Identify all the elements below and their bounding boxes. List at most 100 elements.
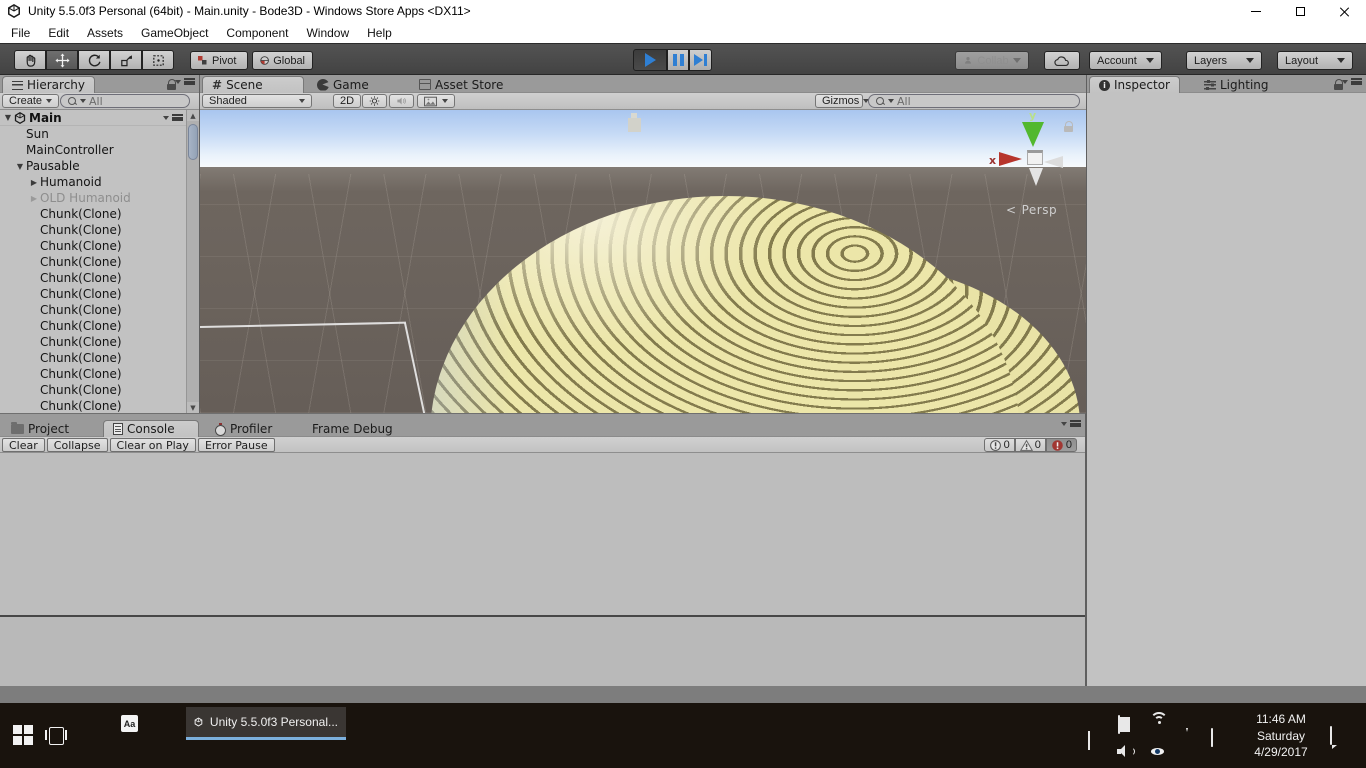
hand-tool-button[interactable] bbox=[14, 50, 46, 70]
gizmos-dropdown[interactable]: Gizmos bbox=[815, 94, 863, 108]
taskbar-clock[interactable]: 11:46 AM Saturday 4/29/2017 bbox=[1238, 711, 1324, 761]
projection-toggle[interactable]: < Persp bbox=[1006, 203, 1057, 217]
menu-component[interactable]: Component bbox=[217, 26, 297, 40]
tab-inspector[interactable]: i Inspector bbox=[1089, 76, 1180, 93]
action-center-button[interactable] bbox=[1330, 727, 1332, 745]
hierarchy-item[interactable]: Chunk(Clone) bbox=[0, 302, 187, 318]
console-log-area[interactable] bbox=[0, 453, 1085, 615]
axis-x-cone-icon[interactable] bbox=[999, 152, 1022, 166]
create-button[interactable]: Create bbox=[2, 94, 59, 108]
scrollbar-thumb[interactable] bbox=[188, 124, 198, 160]
scene-gizmo-cube[interactable] bbox=[1027, 150, 1043, 165]
hierarchy-item[interactable]: Chunk(Clone) bbox=[0, 318, 187, 334]
info-count-button[interactable]: 0 bbox=[984, 438, 1015, 452]
foldout-right-icon[interactable]: ▶ bbox=[28, 178, 40, 187]
scene-effects-dropdown[interactable] bbox=[417, 94, 455, 108]
hierarchy-item[interactable]: Chunk(Clone) bbox=[0, 366, 187, 382]
console-clear-button[interactable]: Clear bbox=[2, 438, 45, 452]
unity-taskbar-button[interactable]: Unity 5.5.0f3 Personal... bbox=[186, 707, 346, 740]
toggle-2d-button[interactable]: 2D bbox=[333, 94, 361, 108]
battery-tray-button[interactable] bbox=[1118, 716, 1120, 734]
menu-gameobject[interactable]: GameObject bbox=[132, 26, 217, 40]
scroll-up-icon[interactable]: ▲ bbox=[187, 110, 199, 121]
tab-frame-debug[interactable]: Frame Debug bbox=[303, 420, 402, 437]
console-clear-on-play-button[interactable]: Clear on Play bbox=[110, 438, 196, 452]
inspector-pane-menu[interactable] bbox=[1342, 78, 1362, 85]
draw-mode-dropdown[interactable]: Shaded bbox=[202, 94, 312, 108]
scene-search-input[interactable]: All bbox=[868, 94, 1080, 108]
scroll-down-icon[interactable]: ▼ bbox=[187, 402, 199, 413]
pause-button[interactable] bbox=[667, 49, 689, 71]
global-toggle-button[interactable]: Global bbox=[252, 51, 313, 70]
foldout-right-icon[interactable]: ▶ bbox=[28, 194, 40, 203]
hierarchy-item[interactable]: Chunk(Clone) bbox=[0, 398, 187, 413]
hierarchy-item[interactable]: ▼Pausable bbox=[0, 158, 187, 174]
rotate-tool-button[interactable] bbox=[78, 50, 110, 70]
error-count-button[interactable]: 0 bbox=[1046, 438, 1077, 452]
tab-lighting[interactable]: Lighting bbox=[1195, 76, 1278, 93]
hierarchy-item[interactable]: ▶OLD Humanoid bbox=[0, 190, 187, 206]
maximize-button[interactable] bbox=[1278, 0, 1322, 22]
step-button[interactable] bbox=[689, 49, 712, 71]
hierarchy-item[interactable]: Chunk(Clone) bbox=[0, 334, 187, 350]
touch-keyboard-button[interactable] bbox=[1211, 729, 1213, 747]
rect-tool-button[interactable] bbox=[142, 50, 174, 70]
tab-game[interactable]: Game bbox=[308, 76, 378, 93]
tab-profiler[interactable]: Profiler bbox=[205, 420, 281, 437]
hierarchy-scrollbar[interactable]: ▲ ▼ bbox=[186, 110, 199, 413]
close-button[interactable] bbox=[1322, 0, 1366, 22]
tab-console[interactable]: Console bbox=[103, 420, 199, 437]
hierarchy-item[interactable]: Chunk(Clone) bbox=[0, 206, 187, 222]
hand-icon bbox=[23, 53, 38, 68]
console-error-pause-button[interactable]: Error Pause bbox=[198, 438, 275, 452]
hierarchy-item[interactable]: Chunk(Clone) bbox=[0, 254, 187, 270]
tray-expand-button[interactable] bbox=[1088, 733, 1090, 751]
scale-tool-button[interactable] bbox=[110, 50, 142, 70]
warning-count-button[interactable]: 0 bbox=[1015, 438, 1046, 452]
move-tool-button[interactable] bbox=[46, 50, 78, 70]
hierarchy-item[interactable]: Chunk(Clone) bbox=[0, 286, 187, 302]
cloud-services-button[interactable] bbox=[1044, 51, 1080, 70]
hierarchy-item[interactable]: Chunk(Clone) bbox=[0, 222, 187, 238]
menu-window[interactable]: Window bbox=[297, 26, 358, 40]
hierarchy-item[interactable]: Chunk(Clone) bbox=[0, 270, 187, 286]
hierarchy-item[interactable]: Chunk(Clone) bbox=[0, 382, 187, 398]
scene-pane-menu[interactable] bbox=[163, 114, 183, 121]
minimize-button[interactable] bbox=[1234, 0, 1278, 22]
layers-dropdown[interactable]: Layers bbox=[1186, 51, 1262, 70]
clock-day: Saturday bbox=[1238, 728, 1324, 745]
hierarchy-item[interactable]: Chunk(Clone) bbox=[0, 350, 187, 366]
menu-edit[interactable]: Edit bbox=[39, 26, 78, 40]
scene-header-row[interactable]: ▼ Main bbox=[0, 110, 187, 126]
start-button[interactable] bbox=[13, 725, 34, 746]
scene-viewport[interactable]: y x < Persp bbox=[200, 110, 1086, 413]
pivot-toggle-button[interactable]: Pivot bbox=[190, 51, 248, 70]
hierarchy-item[interactable]: Sun bbox=[0, 126, 187, 142]
menu-file[interactable]: File bbox=[2, 26, 39, 40]
collab-dropdown[interactable]: Collab bbox=[955, 51, 1029, 70]
hierarchy-search-input[interactable]: All bbox=[60, 94, 190, 108]
foldout-down-icon[interactable]: ▼ bbox=[14, 162, 26, 171]
console-collapse-button[interactable]: Collapse bbox=[47, 438, 108, 452]
console-pane-menu[interactable] bbox=[1061, 420, 1081, 427]
tab-project[interactable]: Project bbox=[2, 420, 78, 437]
hierarchy-pane-menu[interactable] bbox=[175, 78, 195, 85]
dictionary-taskbar-button[interactable]: Aa bbox=[121, 715, 138, 732]
tab-scene[interactable]: # Scene bbox=[202, 76, 304, 93]
account-dropdown[interactable]: Account bbox=[1089, 51, 1162, 70]
axis-y-cone-icon[interactable] bbox=[1022, 122, 1044, 147]
hierarchy-item[interactable]: ▶Humanoid bbox=[0, 174, 187, 190]
layout-dropdown[interactable]: Layout bbox=[1277, 51, 1353, 70]
scene-audio-toggle[interactable] bbox=[389, 94, 414, 108]
tab-asset-store[interactable]: Asset Store bbox=[410, 76, 512, 93]
foldout-down-icon[interactable]: ▼ bbox=[2, 113, 14, 122]
hierarchy-item[interactable]: MainController bbox=[0, 142, 187, 158]
menu-assets[interactable]: Assets bbox=[78, 26, 132, 40]
menu-help[interactable]: Help bbox=[358, 26, 401, 40]
axis-down-cone-icon[interactable] bbox=[1029, 168, 1043, 186]
hierarchy-item[interactable]: Chunk(Clone) bbox=[0, 238, 187, 254]
axis-z-cone-icon[interactable] bbox=[1044, 156, 1063, 168]
tab-hierarchy[interactable]: Hierarchy bbox=[2, 76, 95, 93]
scene-lighting-toggle[interactable] bbox=[362, 94, 387, 108]
play-button[interactable] bbox=[633, 49, 667, 71]
